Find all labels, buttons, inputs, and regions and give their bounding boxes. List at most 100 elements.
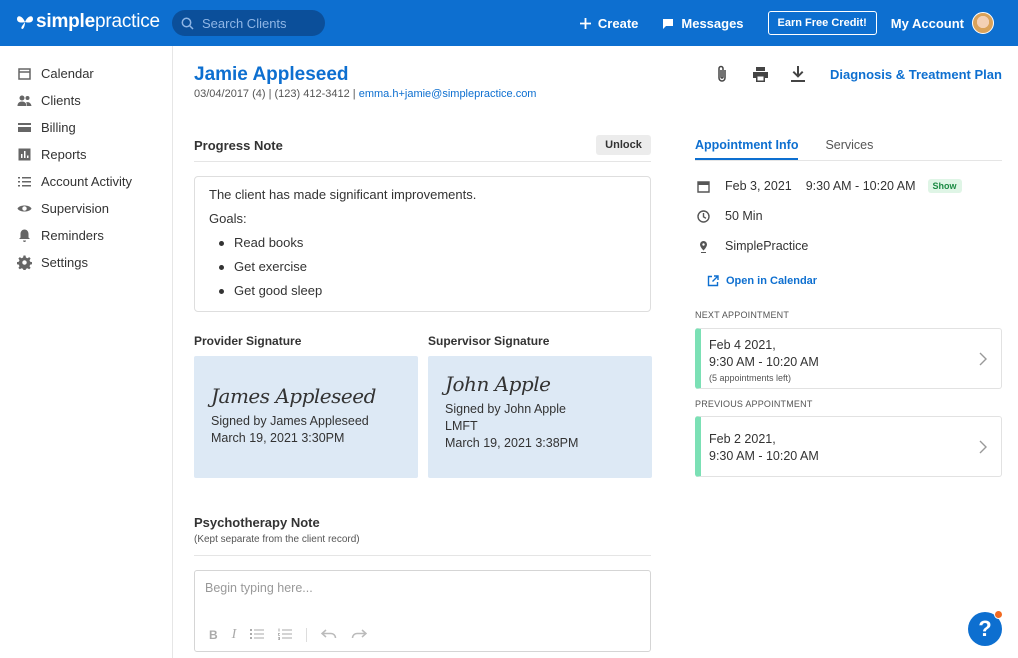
- earn-free-credit-button[interactable]: Earn Free Credit!: [767, 11, 877, 35]
- calendar-icon: [697, 180, 710, 193]
- toolbar-separator: [306, 628, 308, 642]
- messages-button[interactable]: Messages: [662, 15, 744, 31]
- next-appointment-note: (5 appointments left): [709, 373, 792, 383]
- list-icon: [18, 177, 31, 187]
- list-item: Get exercise: [209, 259, 636, 274]
- note-text: The client has made significant improvem…: [209, 187, 477, 202]
- supervisor-signature-card: John Apple Signed by John Apple LMFT Mar…: [428, 356, 652, 478]
- sidebar-item-clients[interactable]: Clients: [0, 87, 172, 114]
- sidebar-item-label: Reminders: [41, 228, 104, 243]
- sidebar-item-account-activity[interactable]: Account Activity: [0, 168, 172, 195]
- chevron-right-icon: [979, 352, 987, 365]
- location-pin-icon: [700, 240, 707, 253]
- my-account-label: My Account: [890, 15, 964, 31]
- print-icon[interactable]: [750, 64, 770, 84]
- gear-icon: [17, 255, 32, 270]
- sidebar-item-reports[interactable]: Reports: [0, 141, 172, 168]
- create-label: Create: [597, 15, 639, 31]
- goals-label: Goals:: [209, 211, 247, 226]
- top-bar: simple practice Search Clients Create Mes…: [0, 0, 1018, 46]
- tab-appointment-info[interactable]: Appointment Info: [695, 138, 799, 160]
- supervisor-signature-image: John Apple: [445, 372, 551, 396]
- messages-label: Messages: [681, 15, 744, 31]
- search-clients-input[interactable]: Search Clients: [172, 10, 325, 36]
- previous-appointment-time: 9:30 AM - 10:20 AM: [709, 449, 819, 463]
- open-in-calendar-label: Open in Calendar: [726, 275, 818, 287]
- provider-signature-card: James Appleseed Signed by James Applesee…: [194, 356, 418, 478]
- appointment-date: Feb 3, 2021: [725, 179, 792, 193]
- sidebar-item-label: Account Activity: [41, 174, 133, 189]
- appointment-duration: 50 Min: [725, 209, 763, 223]
- supervisor-credential: LMFT: [445, 419, 478, 433]
- message-icon: [663, 18, 674, 29]
- sidebar-item-reminders[interactable]: Reminders: [0, 222, 172, 249]
- sidebar-item-label: Supervision: [41, 201, 109, 216]
- italic-icon[interactable]: I: [232, 627, 237, 643]
- previous-appointment-label: PREVIOUS APPOINTMENT: [695, 399, 813, 409]
- redo-icon[interactable]: [351, 628, 368, 642]
- plus-icon: [579, 17, 591, 29]
- appointment-date-row: Feb 3, 2021 9:30 AM - 10:20 AM Show: [697, 179, 962, 193]
- attachment-icon[interactable]: [712, 64, 732, 84]
- numbered-list-icon[interactable]: [278, 628, 293, 643]
- open-in-calendar-link[interactable]: Open in Calendar: [707, 275, 817, 287]
- reports-icon: [18, 148, 31, 161]
- undo-icon[interactable]: [321, 628, 337, 642]
- bell-icon: [19, 229, 30, 242]
- supervisor-signature-label: Supervisor Signature: [428, 334, 550, 348]
- previous-appointment-date: Feb 2 2021,: [709, 432, 776, 446]
- notification-dot: [994, 610, 1003, 619]
- provider-signed-by: Signed by James Appleseed: [211, 414, 369, 428]
- list-item: Get good sleep: [209, 283, 636, 298]
- progress-note-content: The client has made significant improvem…: [194, 176, 651, 312]
- provider-signature-label: Provider Signature: [194, 334, 302, 348]
- sidebar-item-supervision[interactable]: Supervision: [0, 195, 172, 222]
- client-name-link[interactable]: Jamie Appleseed: [194, 64, 349, 86]
- sidebar-item-calendar[interactable]: Calendar: [0, 60, 172, 87]
- sidebar-item-label: Calendar: [41, 66, 94, 81]
- search-placeholder: Search Clients: [202, 15, 287, 31]
- provider-signature-image: James Appleseed: [211, 384, 376, 408]
- unlock-button[interactable]: Unlock: [596, 135, 651, 155]
- chevron-right-icon: [979, 440, 987, 453]
- sidebar-item-label: Billing: [41, 120, 76, 135]
- appointment-location: SimplePractice: [725, 239, 809, 253]
- clock-icon: [697, 209, 710, 223]
- list-item: Read books: [209, 235, 636, 250]
- status-badge: Show: [927, 179, 962, 193]
- previous-appointment-card[interactable]: Feb 2 2021, 9:30 AM - 10:20 AM: [695, 416, 1002, 477]
- sidebar-item-label: Reports: [41, 147, 87, 162]
- editor-placeholder: Begin typing here...: [205, 581, 313, 595]
- supervisor-signed-by: Signed by John Apple: [445, 402, 566, 416]
- billing-icon: [18, 123, 31, 132]
- psychotherapy-note-editor[interactable]: Begin typing here... B I: [194, 570, 651, 652]
- eye-icon: [17, 205, 32, 212]
- sidebar-item-billing[interactable]: Billing: [0, 114, 172, 141]
- next-appointment-label: NEXT APPOINTMENT: [695, 310, 790, 320]
- create-button[interactable]: Create: [579, 15, 639, 31]
- bullet-list-icon[interactable]: [250, 628, 265, 643]
- progress-note-title: Progress Note: [194, 138, 283, 153]
- sidebar: Calendar Clients Billing Reports Account…: [0, 46, 173, 658]
- psychotherapy-note-title: Psychotherapy Note: [194, 515, 320, 530]
- tab-services[interactable]: Services: [825, 138, 873, 160]
- psychotherapy-note-subtitle: (Kept separate from the client record): [194, 534, 360, 545]
- divider: [194, 161, 651, 162]
- appointment-duration-row: 50 Min: [697, 209, 763, 223]
- simplepractice-logo[interactable]: simple practice: [16, 11, 160, 33]
- sidebar-item-label: Clients: [41, 93, 81, 108]
- sidebar-item-settings[interactable]: Settings: [0, 249, 172, 276]
- client-email-link[interactable]: emma.h+jamie@simplepractice.com: [359, 88, 537, 100]
- my-account-menu[interactable]: My Account: [891, 12, 994, 34]
- bold-icon[interactable]: B: [209, 628, 218, 642]
- download-icon[interactable]: [788, 64, 808, 84]
- avatar: [972, 12, 994, 34]
- client-meta-text: 03/04/2017 (4) | (123) 412-3412 |: [194, 88, 359, 100]
- next-appointment-card[interactable]: Feb 4 2021, 9:30 AM - 10:20 AM (5 appoin…: [695, 328, 1002, 389]
- next-appointment-date: Feb 4 2021,: [709, 338, 776, 352]
- divider: [194, 555, 651, 556]
- goals-list: Read books Get exercise Get good sleep: [209, 235, 636, 298]
- clients-icon: [17, 95, 32, 106]
- appointment-location-row: SimplePractice: [697, 239, 808, 253]
- diagnosis-treatment-plan-link[interactable]: Diagnosis & Treatment Plan: [830, 67, 1002, 82]
